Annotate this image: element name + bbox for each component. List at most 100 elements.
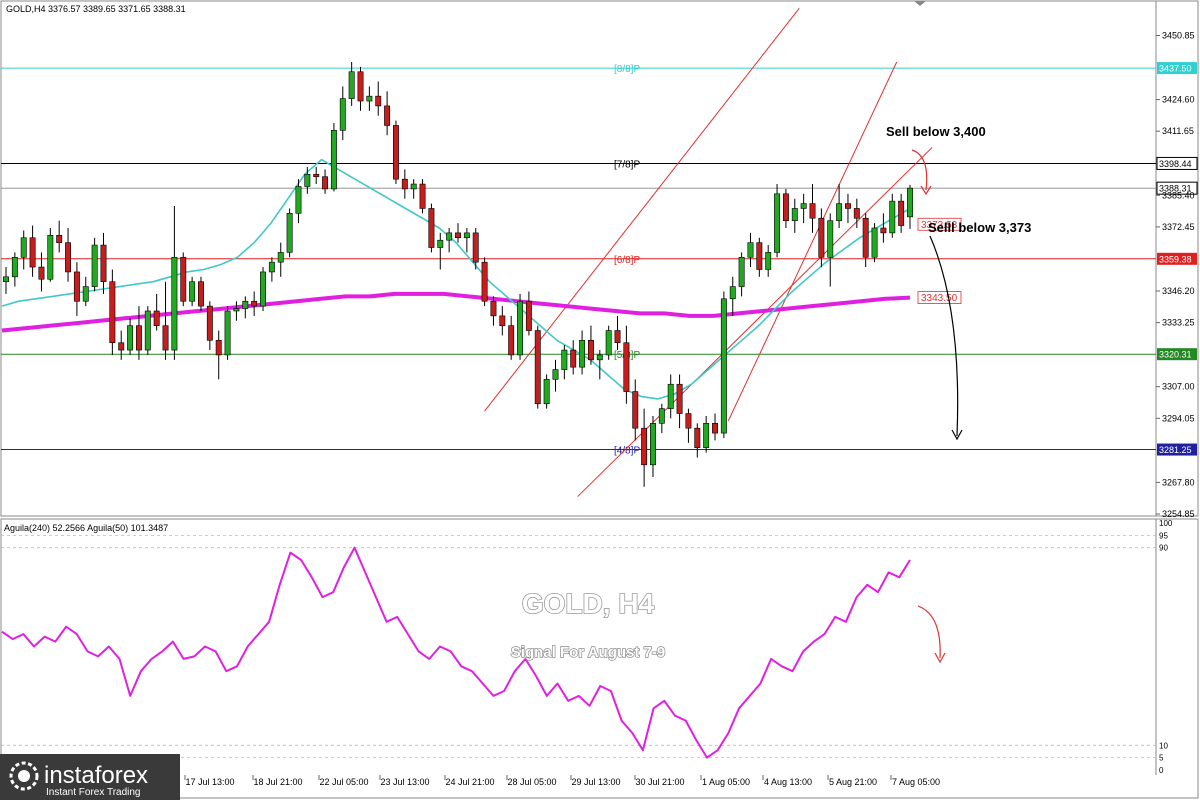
candle-body	[880, 227, 887, 234]
candle	[224, 306, 231, 360]
candle-body	[20, 237, 27, 258]
murrey-price-tag-text: 3359.38	[1159, 254, 1192, 264]
price-tick-label: 3385.40	[1162, 190, 1195, 200]
candle-body	[587, 339, 594, 361]
candle-body	[570, 349, 577, 368]
candle-body	[774, 193, 781, 253]
candle-body	[73, 271, 80, 302]
candle	[720, 291, 727, 438]
candle-body	[65, 242, 71, 273]
brand-badge: instaforex Instant Forex Trading	[0, 754, 180, 800]
candle-body	[853, 208, 860, 219]
candle-body	[809, 203, 816, 219]
candle-body	[472, 232, 479, 263]
candle-body	[889, 200, 896, 234]
price-tick-label: 3307.00	[1162, 382, 1195, 392]
candle-body	[135, 325, 142, 351]
candle-body	[428, 208, 435, 248]
brand-name: instaforex	[44, 762, 148, 789]
candle-body	[605, 330, 612, 356]
candle-body	[898, 200, 905, 226]
time-tick-label: 18 Jul 21:00	[253, 777, 302, 787]
candle-body	[534, 330, 541, 405]
candle	[393, 120, 399, 185]
candle-body	[579, 339, 586, 368]
candle-body	[650, 423, 656, 466]
candle	[144, 306, 151, 355]
candle-body	[845, 203, 851, 209]
candle-body	[641, 427, 648, 466]
oscillator-tick-label: 0	[1159, 766, 1164, 775]
overlay-title: GOLD, H4	[522, 588, 655, 619]
candle-body	[782, 193, 789, 221]
price-tick-label: 3346.20	[1162, 286, 1195, 296]
candle-body	[189, 281, 196, 302]
candle-body	[286, 213, 293, 253]
oscillator-tick-label: 10	[1159, 741, 1168, 750]
candle-body	[508, 325, 515, 356]
time-tick-label: 30 Jul 21:00	[635, 777, 684, 787]
candle-body	[180, 256, 187, 302]
murrey-price-tag-text: 3398.44	[1159, 159, 1192, 169]
candle	[47, 227, 54, 282]
candle-body	[552, 369, 559, 380]
murrey-label: [6/8]P	[614, 255, 640, 266]
candle	[481, 257, 488, 307]
candle-body	[330, 130, 337, 190]
candle	[198, 276, 204, 312]
candle-body	[712, 423, 718, 434]
candle	[534, 325, 541, 409]
candle-body	[703, 423, 710, 449]
time-tick-label: 5 Aug 21:00	[829, 777, 877, 787]
candle-body	[437, 239, 444, 248]
sell-above-label: Sell below 3,400	[886, 124, 986, 139]
candle-body	[543, 379, 550, 405]
candle-body	[82, 286, 89, 302]
candle-body	[410, 183, 417, 190]
candle-body	[756, 242, 763, 270]
candle-body	[614, 330, 621, 344]
candle-body	[676, 383, 683, 414]
candle	[91, 237, 98, 292]
candle-body	[658, 408, 665, 424]
candle-body	[109, 281, 116, 344]
brand-tagline: Instant Forex Trading	[46, 787, 141, 798]
marker-tag-text: 3343.50	[921, 293, 958, 304]
candle-body	[100, 244, 107, 283]
candle-body	[56, 235, 63, 243]
price-tick-label: 3267.80	[1162, 477, 1195, 487]
candle-body	[242, 300, 249, 309]
candle-body	[322, 176, 329, 190]
time-tick-label: 23 Jul 13:00	[380, 777, 429, 787]
candle-body	[818, 217, 825, 258]
candle-body	[233, 308, 240, 312]
overlay-subtitle: Signal For August 7-9	[511, 644, 665, 661]
candle-body	[632, 391, 639, 429]
price-tick-label: 3411.65	[1162, 126, 1194, 136]
candle-body	[144, 310, 151, 351]
candle-body	[596, 354, 603, 361]
candle	[517, 293, 523, 360]
candle-body	[277, 252, 284, 263]
candle-body	[517, 300, 523, 356]
chart-svg: [8/8]P3437.50[7/8]P3398.44[6/8]P3359.38[…	[0, 0, 1199, 800]
candle-body	[729, 286, 736, 300]
price-tick-label: 3254.85	[1162, 509, 1195, 519]
candle	[543, 374, 550, 409]
candle-body	[127, 325, 134, 351]
candle-body	[720, 298, 727, 434]
oscillator-tick-label: 100	[1159, 519, 1173, 528]
candle	[419, 179, 426, 214]
candle-body	[446, 232, 453, 241]
candle-body	[357, 71, 364, 102]
price-tick-label: 3372.45	[1162, 222, 1195, 232]
candle-body	[685, 413, 692, 429]
candle	[605, 325, 612, 360]
candle-body	[118, 342, 125, 351]
candle-body	[455, 232, 461, 239]
candle-body	[366, 95, 373, 102]
candle-body	[393, 125, 399, 180]
time-tick-label: 1 Aug 05:00	[702, 777, 750, 787]
candle-body	[162, 325, 169, 351]
candle	[109, 269, 116, 355]
